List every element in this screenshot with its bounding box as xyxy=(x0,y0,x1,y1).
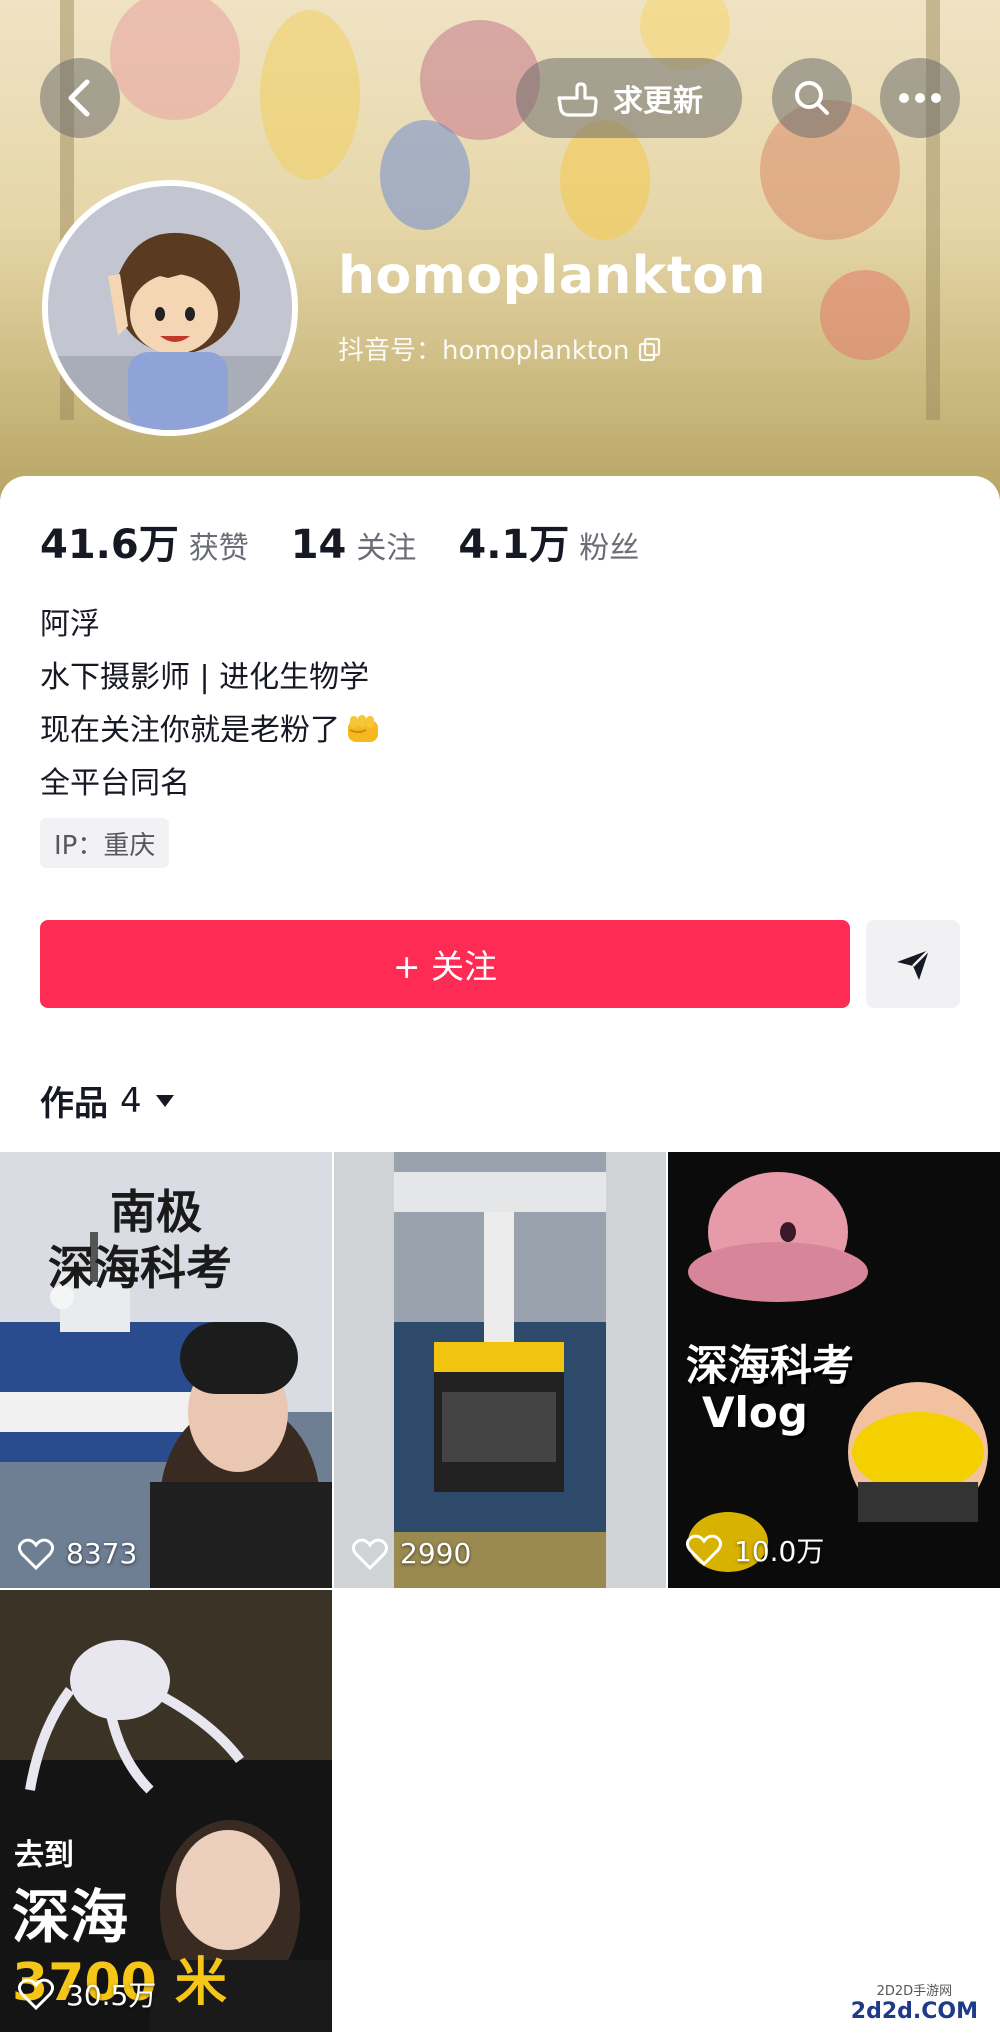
search-button[interactable] xyxy=(772,58,852,138)
stat-likes: 41.6万 获赞 xyxy=(40,512,249,570)
stat-label: 获赞 xyxy=(188,531,249,566)
stat-label: 粉丝 xyxy=(579,531,640,566)
caret-down-icon xyxy=(155,1094,174,1107)
ip-location-tag: IP：重庆 xyxy=(40,818,170,868)
like-count: 8373 xyxy=(18,1537,137,1570)
bio-line: 现在关注你就是老粉了 xyxy=(40,704,382,757)
like-count-value: 8373 xyxy=(66,1537,138,1570)
stat-following[interactable]: 14 关注 xyxy=(291,522,417,568)
copy-icon[interactable] xyxy=(637,336,663,362)
watermark-big: 2d2d.COM xyxy=(850,1999,978,2024)
like-count-value: 10.0万 xyxy=(734,1535,825,1568)
search-icon xyxy=(795,81,829,115)
video-overlay-title: 深海科考 xyxy=(48,1241,232,1295)
request-update-label: 求更新 xyxy=(613,84,703,119)
bio-line: 水下摄影师 | 进化生物学 xyxy=(40,660,370,695)
video-tile[interactable]: 2990 xyxy=(334,1152,666,1588)
back-button[interactable] xyxy=(40,58,120,138)
doodle-shape xyxy=(560,120,650,240)
doodle-shape xyxy=(110,0,240,120)
heart-icon xyxy=(18,1538,54,1570)
request-update-button[interactable]: 求更新 xyxy=(516,58,742,138)
profile-banner: 求更新 homoplankton 抖音号：homoplankton xyxy=(0,0,1000,500)
send-arrow-icon xyxy=(897,949,930,980)
video-tile[interactable]: 深海科考 Vlog 10.0万 xyxy=(668,1152,1000,1588)
video-tile[interactable]: 南极 深海科考 8373 xyxy=(0,1152,332,1588)
more-button[interactable] xyxy=(880,58,960,138)
stat-label: 关注 xyxy=(356,531,417,566)
works-label: 作品 xyxy=(40,1084,108,1124)
profile-sheet: 41.6万 获赞 14 关注 4.1万 粉丝 阿浮 水下摄影师 | 进化生物学 … xyxy=(0,476,1000,2034)
video-overlay-title: Vlog xyxy=(702,1388,808,1437)
bio-line: 全平台同名 xyxy=(40,766,190,801)
doodle-shape xyxy=(820,270,910,360)
watermark-small: 2D2D手游网 xyxy=(876,1984,953,1999)
like-count: 2990 xyxy=(352,1537,471,1570)
follow-button[interactable]: + 关注 xyxy=(40,920,850,1008)
video-thumbnail xyxy=(334,1152,666,1588)
like-count: 30.5万 xyxy=(18,1974,156,2014)
like-count-value: 2990 xyxy=(400,1537,472,1570)
stat-value: 4.1万 xyxy=(458,522,570,568)
stat-followers[interactable]: 4.1万 粉丝 xyxy=(458,512,639,570)
works-count: 4 xyxy=(120,1080,142,1121)
bio-line-text: 现在关注你就是老粉了 xyxy=(40,713,340,748)
video-overlay-title: 去到 xyxy=(14,1838,74,1873)
fist-emoji-icon xyxy=(348,715,378,742)
doodle-shape xyxy=(260,10,360,180)
doodle-shape xyxy=(380,120,470,230)
like-count-value: 30.5万 xyxy=(66,1979,157,2012)
video-overlay-title: 深海科考 xyxy=(686,1341,855,1390)
video-tile[interactable]: 去到 深海 3700 米 30.5万 xyxy=(0,1590,332,2032)
pointing-hand-icon xyxy=(557,82,598,117)
heart-icon xyxy=(686,1534,722,1566)
stat-value: 41.6万 xyxy=(40,522,179,568)
message-button[interactable] xyxy=(866,920,960,1008)
like-count: 10.0万 xyxy=(686,1530,824,1570)
stat-value: 14 xyxy=(290,522,347,568)
avatar-illustration xyxy=(48,186,292,430)
works-tab[interactable]: 作品 4 xyxy=(40,1076,176,1125)
heart-icon xyxy=(18,1978,54,2010)
more-dots-icon xyxy=(899,93,941,103)
bio-line: 阿浮 xyxy=(40,607,100,642)
site-watermark: 2D2D手游网 2d2d.COM xyxy=(851,1980,978,2024)
chevron-left-icon xyxy=(68,79,90,117)
avatar[interactable] xyxy=(42,180,298,436)
username: homoplankton xyxy=(338,246,766,306)
heart-icon xyxy=(352,1538,388,1570)
douyin-id: 抖音号：homoplankton xyxy=(338,330,663,367)
stats-row: 41.6万 获赞 14 关注 4.1万 粉丝 xyxy=(40,512,681,570)
douyin-id-text: 抖音号：homoplankton xyxy=(338,336,630,366)
bio: 阿浮 水下摄影师 | 进化生物学 现在关注你就是老粉了 全平台同名 xyxy=(40,598,382,810)
